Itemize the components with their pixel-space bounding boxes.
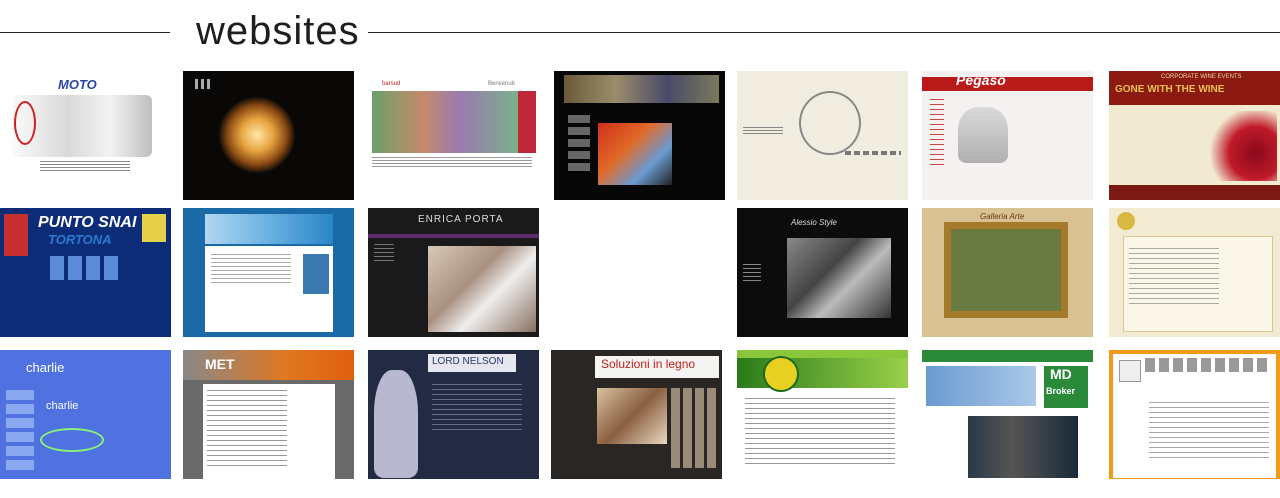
thumbnail-logo: MOTO (58, 77, 97, 92)
thumbnail-logo: barsud (382, 81, 401, 87)
thumbnail-logo: Pegaso (956, 72, 1006, 88)
thumbnail-moto[interactable]: MOTO (0, 71, 171, 200)
thumbnail-text-block (207, 390, 287, 470)
thumbnail-sidebar (518, 91, 536, 153)
thumbnail-wine[interactable]: CORPORATE WINE EVENTS GONE WITH THE WINE (1109, 71, 1280, 200)
thumbnail-nav (1145, 358, 1269, 372)
thumbnail-image (944, 222, 1068, 318)
thumbnail-logo: LORD NELSON (432, 356, 504, 367)
thumbnail-heading: TORTONA (48, 232, 112, 247)
thumbnail-logo-shape (1119, 360, 1141, 382)
thumbnail-menu (930, 99, 944, 169)
thumbnail-header (922, 77, 1093, 91)
thumbnail-heading: Benvenuti (488, 81, 515, 87)
thumbnail-text-block (745, 398, 895, 468)
thumbnail-blue-site[interactable] (183, 208, 354, 337)
thumbnail-heading: charlie (46, 400, 79, 412)
thumbnail-legno[interactable]: Soluzioni in legno (551, 350, 722, 479)
thumbnail-header (205, 214, 333, 244)
thumbnail-image (303, 254, 329, 294)
thumbnail-md-broker[interactable]: MD Broker (922, 350, 1093, 479)
thumbnail-image (1205, 111, 1277, 181)
thumbnail-header (737, 350, 908, 358)
thumbnail-image (598, 123, 672, 185)
thumbnail-logo: MET (205, 356, 235, 372)
thumbnail-image (40, 428, 104, 452)
thumbnail-logo: ENRICA PORTA (418, 214, 504, 225)
thumbnail-charlie[interactable]: charlie charlie (0, 350, 171, 479)
thumbnail-header (564, 75, 719, 103)
thumbnail-logo: Soluzioni in legno (601, 357, 696, 371)
thumbnail-image (372, 91, 518, 153)
thumbnail-text-block (1149, 402, 1269, 462)
thumbnail-accent (14, 101, 36, 145)
thumbnail-cream[interactable] (1109, 208, 1280, 337)
thumbnail-logo: GONE WITH THE WINE (1115, 84, 1225, 95)
thumbnail-heading: CORPORATE WINE EVENTS (1161, 74, 1242, 80)
thumbnail-image (799, 91, 861, 155)
thumbnail-text-block (211, 254, 291, 284)
thumbnail-logo: MD (1050, 366, 1072, 382)
thumbnail-banner (926, 366, 1036, 406)
thumbnail-badge (142, 214, 166, 242)
thumbnail-footer (1109, 185, 1280, 200)
thumbnail-lamp[interactable] (183, 71, 354, 200)
thumbnail-image (787, 238, 891, 318)
thumbnail-text-block (40, 161, 130, 173)
thumbnail-text-block (1129, 248, 1219, 308)
thumbnail-nav (195, 79, 213, 89)
thumbnail-enrica[interactable]: ENRICA PORTA (368, 208, 539, 337)
thumbnail-menu (374, 244, 394, 262)
thumbnail-menu (743, 264, 761, 284)
thumbnail-green[interactable] (737, 350, 908, 479)
thumbnail-text-block (432, 384, 522, 434)
thumbnail-image (968, 416, 1078, 478)
thumbnail-logo: Alessio Style (791, 218, 837, 227)
thumbnail-met[interactable]: MET (183, 350, 354, 479)
thumbnail-grid (568, 115, 590, 175)
section-title: websites (196, 9, 360, 53)
thumbnail-lord-nelson[interactable]: LORD NELSON (368, 350, 539, 479)
thumbnail-text-block (372, 157, 532, 167)
thumbnail-image (219, 97, 295, 173)
thumbnail-logo-shape (763, 356, 799, 392)
thumbnail-header (922, 350, 1093, 362)
thumbnail-logo-shape (1117, 212, 1135, 230)
thumbnail-image (958, 107, 1008, 163)
thumbnail-orange[interactable] (1109, 350, 1280, 479)
thumbnail-alessio[interactable]: Alessio Style (737, 208, 908, 337)
thumbnail-sidebar (4, 214, 28, 256)
thumbnail-grid (671, 388, 717, 468)
thumbnail-barsud[interactable]: barsud Benvenuti (368, 71, 539, 200)
thumbnail-nav (368, 234, 539, 238)
header-rule-right (368, 32, 1280, 33)
thumbnail-logo: charlie (26, 360, 65, 375)
thumbnail-logo: Galleria Arte (980, 212, 1025, 221)
thumbnail-image (428, 246, 536, 332)
thumbnail-pegaso[interactable]: Pegaso (922, 71, 1093, 200)
thumbnail-icons (50, 256, 118, 280)
header-rule-left (0, 32, 170, 33)
thumbnail-logo: PUNTO SNAI (38, 214, 137, 231)
thumbnail-gallery[interactable] (554, 71, 725, 200)
thumbnail-nav (845, 151, 901, 155)
thumbnail-image (597, 388, 667, 444)
thumbnail-design-beige[interactable] (737, 71, 908, 200)
thumbnail-snai[interactable]: PUNTO SNAI TORTONA (0, 208, 171, 337)
thumbnail-text-block (743, 127, 783, 135)
thumbnail-sidebar (6, 390, 34, 470)
thumbnail-image (374, 370, 418, 478)
thumbnail-heading: Broker (1046, 386, 1076, 396)
thumbnail-galleria[interactable]: Galleria Arte (922, 208, 1093, 337)
